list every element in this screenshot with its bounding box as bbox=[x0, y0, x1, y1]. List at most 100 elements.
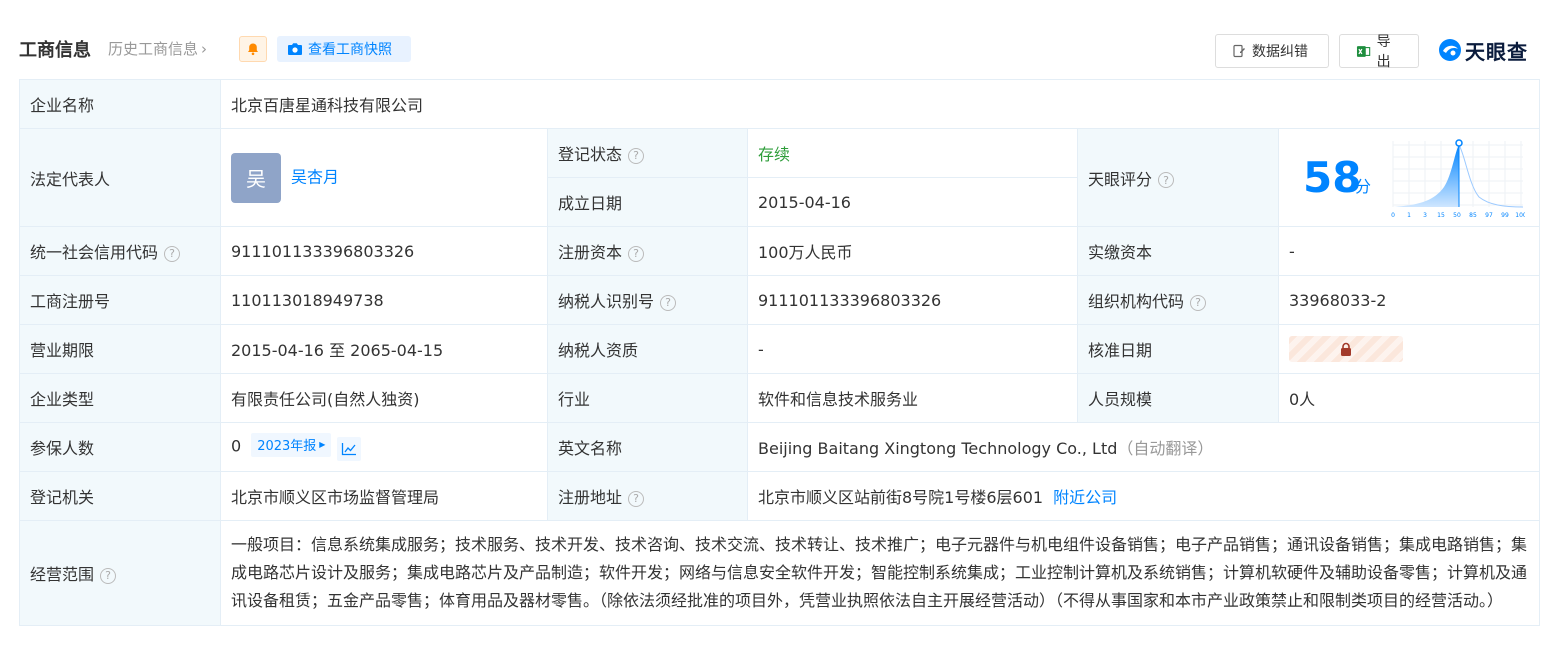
logo-text: 天眼查 bbox=[1465, 39, 1528, 64]
reg-address-label-cell: 注册地址? bbox=[547, 471, 748, 521]
tax-qual-value: - bbox=[747, 324, 1078, 374]
taxpayer-id-label-cell: 纳税人识别号? bbox=[547, 275, 748, 325]
axis-tick: 100 bbox=[1515, 212, 1525, 219]
legal-rep-cell: 吴吴杏月 bbox=[220, 128, 548, 227]
scope-label: 经营范围 bbox=[30, 565, 95, 584]
insured-value: 0 bbox=[231, 436, 242, 456]
view-snapshot-button[interactable]: 查看工商快照 bbox=[277, 36, 411, 62]
english-name-value: Beijing Baitang Xingtong Technology Co.,… bbox=[758, 439, 1118, 458]
excel-icon bbox=[1356, 45, 1371, 57]
business-info-table: 企业名称 北京百唐星通科技有限公司 法定代表人 吴吴杏月 登记状态? 存续 天眼… bbox=[19, 79, 1541, 626]
score-cell[interactable]: 58 分 0 1 3 15 50 85 97 99 100 bbox=[1277, 128, 1541, 227]
axis-tick: 1 bbox=[1407, 212, 1411, 219]
section-title: 工商信息 bbox=[19, 40, 91, 61]
table-row: 企业类型 有限责任公司(自然人独资) 行业 软件和信息技术服务业 人员规模 0人 bbox=[19, 373, 1541, 423]
english-name-cell: Beijing Baitang Xingtong Technology Co.,… bbox=[746, 422, 1541, 472]
caret-right-icon: ▶ bbox=[319, 440, 326, 450]
lock-icon bbox=[1341, 342, 1351, 356]
founded-label: 成立日期 bbox=[547, 177, 748, 227]
history-link[interactable]: 历史工商信息 › bbox=[108, 38, 207, 59]
approve-date-label: 核准日期 bbox=[1077, 324, 1279, 374]
term-value: 2015-04-16 至 2065-04-15 bbox=[220, 324, 548, 374]
org-code-value: 33968033-2 bbox=[1277, 275, 1541, 325]
table-row: 营业期限 2015-04-16 至 2065-04-15 纳税人资质 - 核准日… bbox=[19, 324, 1541, 374]
reg-number-value: 110113018949738 bbox=[220, 275, 548, 325]
reg-status-label-cell: 登记状态? bbox=[547, 128, 748, 178]
staff-size-label: 人员规模 bbox=[1077, 373, 1279, 423]
reg-address-label: 注册地址 bbox=[558, 488, 623, 507]
reg-address-cell: 北京市顺义区站前街8号院1号楼6层601 附近公司 bbox=[746, 471, 1541, 521]
scope-value: 一般项目：信息系统集成服务；技术服务、技术开发、技术咨询、技术交流、技术转让、技… bbox=[219, 520, 1541, 626]
section-header: 工商信息 历史工商信息 › 查看工商快照 数据纠错 导出 天眼查 bbox=[0, 0, 1560, 78]
industry-value: 软件和信息技术服务业 bbox=[747, 373, 1078, 423]
table-row: 企业名称 北京百唐星通科技有限公司 bbox=[19, 79, 1541, 129]
nearby-company-link[interactable]: 附近公司 bbox=[1053, 488, 1117, 507]
reg-address-value: 北京市顺义区站前街8号院1号楼6层601 bbox=[758, 488, 1044, 507]
table-row: 法定代表人 吴吴杏月 登记状态? 存续 天眼评分? 58 分 0 1 3 15 … bbox=[19, 128, 1541, 227]
reg-authority-value: 北京市顺义区市场监督管理局 bbox=[220, 471, 548, 521]
data-correct-button[interactable]: 数据纠错 bbox=[1215, 34, 1329, 68]
table-row: 统一社会信用代码? 911101133396803326 注册资本? 100万人… bbox=[19, 226, 1541, 276]
reg-capital-value: 100万人民币 bbox=[747, 226, 1078, 276]
reg-status-value: 存续 bbox=[747, 128, 1078, 178]
score-distribution-chart: 0 1 3 15 50 85 97 99 100 bbox=[1391, 139, 1525, 219]
axis-tick: 97 bbox=[1485, 212, 1493, 219]
reg-number-label: 工商注册号 bbox=[19, 275, 221, 325]
axis-tick: 50 bbox=[1453, 212, 1461, 219]
staff-size-value: 0人 bbox=[1277, 373, 1541, 423]
help-icon[interactable]: ? bbox=[164, 245, 181, 262]
tianyancha-logo: 天眼查 bbox=[1438, 36, 1528, 64]
taxpayer-id-label: 纳税人识别号 bbox=[558, 292, 655, 311]
table-row: 参保人数 0 2023年报 ▶ 英文名称 Beijing Baitang Xingt… bbox=[19, 422, 1541, 472]
logo-mark-icon bbox=[1439, 39, 1461, 61]
axis-tick: 99 bbox=[1501, 212, 1509, 219]
company-type-label: 企业类型 bbox=[19, 373, 221, 423]
axis-tick: 85 bbox=[1469, 212, 1477, 219]
legal-rep-label: 法定代表人 bbox=[19, 128, 221, 227]
table-row: 经营范围? 一般项目：信息系统集成服务；技术服务、技术开发、技术咨询、技术交流、… bbox=[19, 520, 1541, 626]
score-label-cell: 天眼评分? bbox=[1077, 128, 1279, 227]
org-code-label-cell: 组织机构代码? bbox=[1077, 275, 1279, 325]
reg-authority-label: 登记机关 bbox=[19, 471, 221, 521]
credit-code-label-cell: 统一社会信用代码? bbox=[19, 226, 221, 276]
help-icon[interactable]: ? bbox=[100, 567, 117, 584]
founded-value: 2015-04-16 bbox=[747, 177, 1078, 227]
credit-code-value: 911101133396803326 bbox=[220, 226, 548, 276]
company-name-label: 企业名称 bbox=[19, 79, 221, 129]
camera-icon bbox=[288, 43, 302, 55]
data-correct-label: 数据纠错 bbox=[1252, 44, 1308, 60]
monitor-bell-button[interactable] bbox=[239, 36, 267, 62]
credit-code-label: 统一社会信用代码 bbox=[30, 243, 159, 262]
auto-translate-note: （自动翻译） bbox=[1117, 439, 1214, 458]
help-icon[interactable]: ? bbox=[1158, 172, 1175, 188]
scope-label-cell: 经营范围? bbox=[19, 520, 221, 626]
term-label: 营业期限 bbox=[19, 324, 221, 374]
trend-chart-icon bbox=[342, 443, 357, 456]
org-code-label: 组织机构代码 bbox=[1088, 292, 1185, 311]
chevron-right-icon: › bbox=[201, 40, 208, 58]
tax-qual-label: 纳税人资质 bbox=[547, 324, 748, 374]
axis-tick: 0 bbox=[1391, 212, 1395, 219]
help-icon[interactable]: ? bbox=[628, 245, 645, 262]
help-icon[interactable]: ? bbox=[660, 294, 677, 311]
vip-locked-value[interactable] bbox=[1289, 336, 1403, 362]
help-icon[interactable]: ? bbox=[628, 490, 645, 507]
legal-rep-link[interactable]: 吴杏月 bbox=[291, 167, 339, 186]
score-label: 天眼评分 bbox=[1088, 169, 1153, 189]
annual-report-tag[interactable]: 2023年报 ▶ bbox=[251, 432, 332, 457]
export-label: 导出 bbox=[1376, 34, 1391, 70]
score-unit: 分 bbox=[1355, 177, 1372, 196]
annual-report-label: 2023年报 bbox=[257, 439, 317, 455]
export-button[interactable]: 导出 bbox=[1339, 34, 1419, 70]
trend-chart-button[interactable] bbox=[337, 437, 362, 462]
table-row: 登记机关 北京市顺义区市场监督管理局 注册地址? 北京市顺义区站前街8号院1号楼… bbox=[19, 471, 1541, 521]
help-icon[interactable]: ? bbox=[628, 147, 645, 164]
reg-status-label: 登记状态 bbox=[558, 145, 623, 164]
axis-tick: 3 bbox=[1423, 212, 1427, 219]
help-icon[interactable]: ? bbox=[1190, 294, 1207, 311]
avatar[interactable]: 吴 bbox=[231, 152, 281, 203]
edit-doc-icon bbox=[1233, 44, 1245, 58]
history-label: 历史工商信息 bbox=[108, 40, 199, 58]
paid-capital-value: - bbox=[1277, 226, 1541, 276]
paid-capital-label: 实缴资本 bbox=[1077, 226, 1279, 276]
